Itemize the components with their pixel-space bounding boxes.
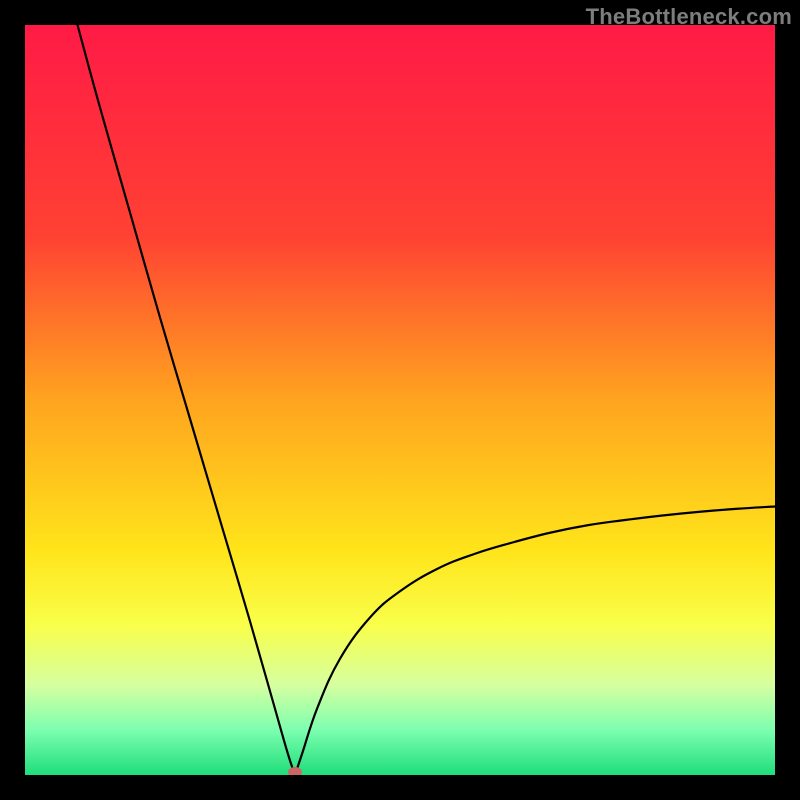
gradient-background [25,25,775,775]
watermark-text: TheBottleneck.com [586,4,792,30]
chart-container [25,25,775,775]
bottleneck-chart [25,25,775,775]
